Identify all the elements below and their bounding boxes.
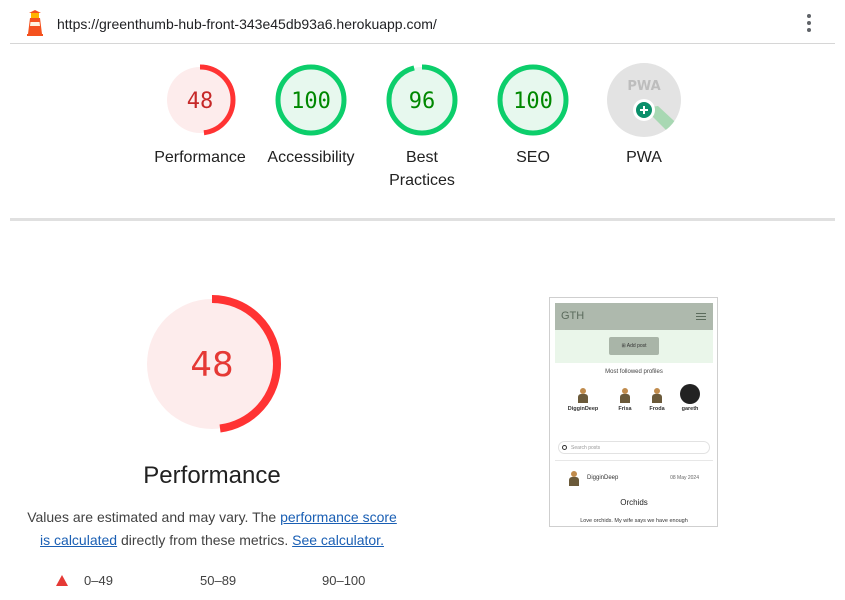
seo-gauge-ring: 100 [497, 64, 569, 136]
screenshot-page: GTH ⊞ Add post Most followed profiles Di… [555, 303, 713, 526]
legend-pass-range: 90–100 [322, 572, 366, 588]
screenshot-profile-name: Froda [649, 406, 665, 412]
screenshot-add-post-label: Add post [626, 343, 647, 349]
screenshot-logo: GTH [561, 310, 585, 322]
performance-large-gauge: 48 [143, 295, 281, 433]
avatar [650, 388, 664, 404]
gauge-performance[interactable]: 48 Performance [145, 62, 255, 169]
gauge-label-pwa: PWA [626, 149, 662, 166]
see-calculator-link[interactable]: See calculator. [292, 532, 384, 548]
avatar [567, 471, 581, 487]
note-prefix: Values are estimated and may vary. The [27, 509, 281, 525]
best-practices-score: 96 [409, 89, 436, 114]
avatar [680, 384, 700, 404]
screenshot-add-post-button: ⊞ Add post [609, 337, 659, 355]
legend-pass: 90–100 [322, 570, 365, 590]
gauge-label-performance: Performance [154, 149, 246, 166]
final-screenshot-thumbnail[interactable]: GTH ⊞ Add post Most followed profiles Di… [549, 297, 718, 527]
performance-section-title: Performance [143, 462, 281, 489]
screenshot-profile-name: DigginDeep [567, 406, 599, 412]
avatar [618, 388, 632, 404]
note-middle: directly from these metrics. [117, 532, 293, 548]
legend-fail: 0–49 [56, 570, 113, 590]
screenshot-profile: gareth [670, 384, 710, 412]
screenshot-most-followed-label: Most followed profiles [605, 369, 663, 375]
gauge-best-practices[interactable]: 96 Best Practices [367, 62, 477, 192]
performance-note: Values are estimated and may vary. The p… [22, 506, 402, 552]
gauge-label-seo: SEO [516, 149, 550, 166]
best-practices-gauge-ring: 96 [386, 64, 458, 136]
screenshot-profiles: DigginDeep Frisa Froda gareth [555, 384, 713, 422]
pwa-badge-text: PWA [627, 79, 660, 94]
kebab-menu-icon[interactable] [805, 14, 813, 34]
performance-large-score: 48 [190, 345, 233, 385]
score-gauges: 48 Performance 100 Accessibility 96 Best… [0, 62, 845, 202]
legend-average-range: 50–89 [200, 572, 237, 588]
performance-score: 48 [187, 89, 214, 114]
screenshot-post-title: Orchids [620, 498, 648, 507]
hamburger-icon [696, 313, 706, 322]
search-icon [562, 445, 567, 450]
legend-fail-range: 0–49 [84, 572, 113, 588]
screenshot-profile-name: Frisa [618, 406, 632, 412]
screenshot-post-author: DigginDeep [587, 475, 619, 481]
screenshot-post-date: 08 May 2024 [670, 475, 699, 481]
accessibility-gauge-ring: 100 [275, 64, 347, 136]
legend-average: 50–89 [200, 570, 236, 590]
screenshot-navbar: GTH [555, 303, 713, 330]
accessibility-score: 100 [291, 89, 331, 114]
fail-triangle-icon [56, 574, 68, 586]
screenshot-post-text: Love orchids. My wife says we have enoug… [580, 518, 688, 524]
gauge-seo[interactable]: 100 SEO [478, 62, 588, 169]
screenshot-profile: DigginDeep [563, 388, 603, 412]
section-divider [10, 218, 835, 221]
seo-score: 100 [513, 89, 553, 114]
performance-gauge-ring: 48 [164, 64, 236, 136]
page-url: https://greenthumb-hub-front-343e45db93a… [57, 16, 437, 32]
screenshot-search-input: Search posts [558, 441, 710, 454]
screenshot-search-placeholder: Search posts [571, 445, 601, 451]
screenshot-post-card: DigginDeep 08 May 2024 Orchids Love orch… [555, 460, 713, 526]
screenshot-profile-name: gareth [681, 406, 699, 412]
gauge-pwa[interactable]: PWA PWA [589, 62, 699, 169]
screenshot-add-post-band: ⊞ Add post [555, 330, 713, 363]
gauge-label-accessibility: Accessibility [267, 149, 355, 166]
url-bar: https://greenthumb-hub-front-343e45db93a… [10, 0, 835, 44]
avatar [576, 388, 590, 404]
pwa-badge-icon: PWA [607, 63, 681, 137]
lighthouse-icon [27, 10, 43, 36]
gauge-label-best-practices: Best Practices [389, 149, 455, 189]
gauge-accessibility[interactable]: 100 Accessibility [256, 62, 366, 169]
